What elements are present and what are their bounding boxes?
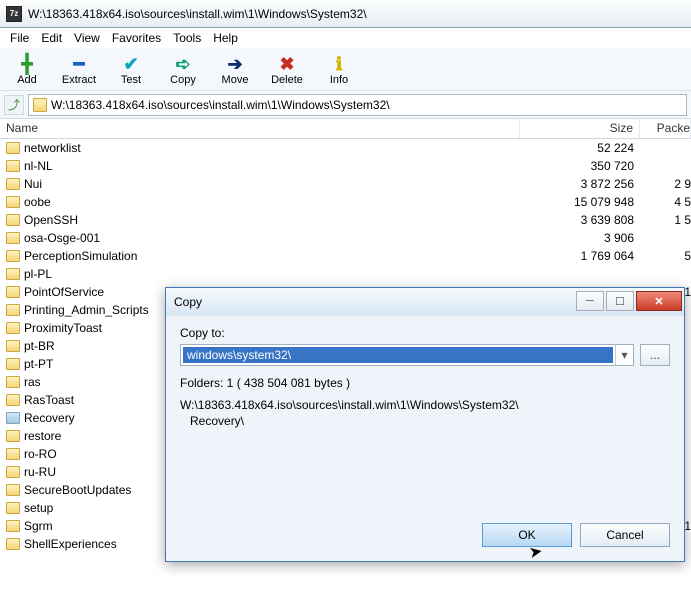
item-size: 15 079 948 — [520, 195, 640, 209]
item-name: pl-PL — [24, 267, 520, 281]
menu-favorites[interactable]: Favorites — [112, 31, 161, 45]
menu-help[interactable]: Help — [213, 31, 238, 45]
list-item[interactable]: Nui3 872 2562 9 — [0, 175, 691, 193]
folder-icon — [6, 160, 20, 172]
item-size: 350 720 — [520, 159, 640, 173]
folder-icon — [6, 448, 20, 460]
item-name: nl-NL — [24, 159, 520, 173]
copy-dialog: Copy ─ ☐ ✕ Copy to: windows\system32\ ▾ … — [165, 287, 685, 562]
item-name: networklist — [24, 141, 520, 155]
item-packed: 1 5 — [640, 213, 691, 227]
list-item[interactable]: oobe15 079 9484 5 — [0, 193, 691, 211]
up-icon[interactable]: ⤴ — [4, 95, 24, 115]
folder-icon — [6, 196, 20, 208]
item-size: 3 639 808 — [520, 213, 640, 227]
address-text: W:\18363.418x64.iso\sources\install.wim\… — [51, 98, 390, 112]
copy-to-label: Copy to: — [180, 326, 670, 340]
folder-icon — [6, 214, 20, 226]
folder-icon — [6, 358, 20, 370]
browse-button[interactable]: ... — [640, 344, 670, 366]
item-packed: 4 5 — [640, 195, 691, 209]
info-icon: ℹ — [327, 54, 351, 74]
plus-icon: ╋ — [15, 54, 39, 74]
delete-icon: ✖ — [275, 54, 299, 74]
col-size[interactable]: Size — [520, 119, 640, 138]
item-name: PerceptionSimulation — [24, 249, 520, 263]
menu-view[interactable]: View — [74, 31, 100, 45]
folder-icon — [6, 340, 20, 352]
item-size: 3 906 — [520, 231, 640, 245]
window-title: W:\18363.418x64.iso\sources\install.wim\… — [28, 7, 367, 21]
col-name[interactable]: Name — [0, 119, 520, 138]
list-item[interactable]: nl-NL350 720 — [0, 157, 691, 175]
folder-icon — [6, 142, 20, 154]
address-row: ⤴ W:\18363.418x64.iso\sources\install.wi… — [0, 91, 691, 119]
destination-input[interactable]: windows\system32\ ▾ — [180, 344, 634, 366]
item-name: Nui — [24, 177, 520, 191]
item-name: oobe — [24, 195, 520, 209]
close-button[interactable]: ✕ — [636, 291, 682, 311]
item-size: 3 872 256 — [520, 177, 640, 191]
folder-icon — [6, 502, 20, 514]
item-size: 52 224 — [520, 141, 640, 155]
move-arrow-icon: ➔ — [223, 54, 247, 74]
folder-icon — [6, 466, 20, 478]
item-name: osa-Osge-001 — [24, 231, 520, 245]
info-button[interactable]: ℹInfo — [318, 52, 360, 88]
folder-icon — [6, 304, 20, 316]
folder-icon — [6, 394, 20, 406]
column-headers: Name Size Packe — [0, 119, 691, 139]
list-item[interactable]: PerceptionSimulation1 769 0645 — [0, 247, 691, 265]
minus-icon: ━ — [67, 54, 91, 74]
ok-button[interactable]: OK — [482, 523, 572, 547]
list-item[interactable]: networklist52 224 — [0, 139, 691, 157]
item-size: 1 769 064 — [520, 249, 640, 263]
menu-edit[interactable]: Edit — [41, 31, 62, 45]
dialog-titlebar[interactable]: Copy ─ ☐ ✕ — [166, 288, 684, 316]
folder-icon — [6, 376, 20, 388]
app-icon: 7z — [6, 6, 22, 22]
copy-button[interactable]: ➪Copy — [162, 52, 204, 88]
col-packed[interactable]: Packe — [640, 119, 691, 138]
folder-icon — [6, 286, 20, 298]
folder-info: Folders: 1 ( 438 504 081 bytes ) — [180, 376, 670, 390]
list-item[interactable]: OpenSSH3 639 8081 5 — [0, 211, 691, 229]
extract-button[interactable]: ━Extract — [58, 52, 100, 88]
check-icon: ✔ — [119, 54, 143, 74]
delete-button[interactable]: ✖Delete — [266, 52, 308, 88]
folder-icon — [6, 538, 20, 550]
cancel-button[interactable]: Cancel — [580, 523, 670, 547]
menu-file[interactable]: File — [10, 31, 29, 45]
minimize-button[interactable]: ─ — [576, 291, 604, 311]
item-packed: 2 9 — [640, 177, 691, 191]
folder-icon — [6, 412, 20, 424]
add-button[interactable]: ╋Add — [6, 52, 48, 88]
destination-value: windows\system32\ — [183, 347, 613, 363]
source-path: W:\18363.418x64.iso\sources\install.wim\… — [180, 398, 670, 429]
folder-icon — [6, 178, 20, 190]
folder-icon — [6, 520, 20, 532]
folder-icon — [6, 484, 20, 496]
dialog-title: Copy — [174, 295, 576, 309]
maximize-button[interactable]: ☐ — [606, 291, 634, 311]
list-item[interactable]: pl-PL — [0, 265, 691, 283]
copy-arrow-icon: ➪ — [171, 54, 195, 74]
folder-icon — [6, 268, 20, 280]
folder-icon — [33, 98, 47, 112]
folder-icon — [6, 232, 20, 244]
test-button[interactable]: ✔Test — [110, 52, 152, 88]
folder-icon — [6, 250, 20, 262]
list-item[interactable]: osa-Osge-0013 906 — [0, 229, 691, 247]
chevron-down-icon[interactable]: ▾ — [615, 345, 633, 365]
folder-icon — [6, 322, 20, 334]
item-packed: 5 — [640, 249, 691, 263]
menu-tools[interactable]: Tools — [173, 31, 201, 45]
window-titlebar: 7z W:\18363.418x64.iso\sources\install.w… — [0, 0, 691, 28]
menubar: File Edit View Favorites Tools Help — [0, 28, 691, 48]
toolbar: ╋Add ━Extract ✔Test ➪Copy ➔Move ✖Delete … — [0, 48, 691, 91]
item-name: OpenSSH — [24, 213, 520, 227]
move-button[interactable]: ➔Move — [214, 52, 256, 88]
folder-icon — [6, 430, 20, 442]
address-input[interactable]: W:\18363.418x64.iso\sources\install.wim\… — [28, 94, 687, 116]
